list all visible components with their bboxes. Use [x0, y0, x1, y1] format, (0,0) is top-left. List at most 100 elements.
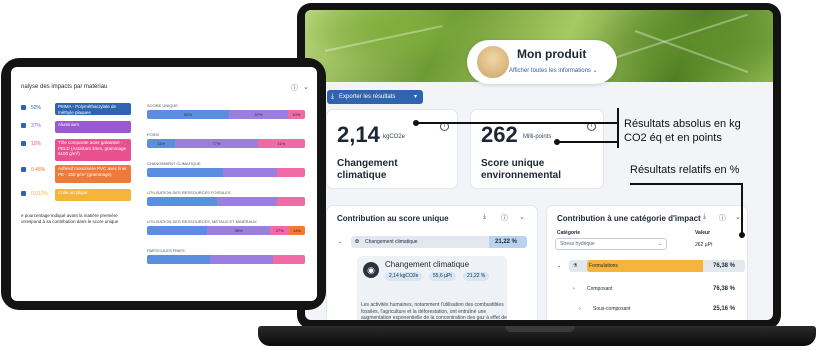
category-contribution-panel: Contribution à une catégorie d'impact ⤓ …: [547, 206, 747, 320]
category-label: Catégorie: [557, 230, 581, 236]
climate-value: 2,14: [337, 122, 380, 147]
laptop-notch: [505, 326, 575, 332]
impact-bar-segment: [147, 255, 211, 264]
detail-title: Changement climatique: [385, 260, 470, 269]
product-header[interactable]: Mon produit Afficher toutes les informat…: [467, 40, 617, 84]
impact-bar-segment: [147, 197, 217, 206]
category-value: 262 µPt: [695, 242, 713, 248]
impact-bar[interactable]: [147, 197, 305, 206]
impact-bar-label: SCORE UNIQUE: [147, 103, 178, 108]
impact-bar-label: CHANGEMENT CLIMATIQUE: [147, 161, 201, 166]
chevron-down-icon[interactable]: ⌄: [557, 263, 561, 269]
panel-title: Contribution au score unique: [337, 214, 449, 223]
chevron-down-icon[interactable]: ⌄: [735, 213, 741, 221]
download-icon[interactable]: ⤓: [483, 213, 486, 221]
material-percent: 0.012%: [31, 191, 48, 197]
impact-bar[interactable]: 39% 27% 14%: [147, 226, 305, 235]
export-results-button[interactable]: ⤓ Exporter les résultats ▾: [327, 90, 423, 104]
impact-bar-label: PARTICULES FINES: [147, 248, 185, 253]
chevron-down-icon: ⌄: [657, 241, 662, 247]
tree-row-value: 25,16 %: [713, 306, 736, 312]
download-icon: ⤓: [331, 93, 335, 100]
info-icon[interactable]: ⓘ: [501, 213, 508, 223]
material-checkbox[interactable]: [21, 141, 26, 146]
annotation-bracket: [617, 108, 619, 148]
show-all-info-link[interactable]: Afficher toutes les informations ⌄: [509, 67, 598, 74]
climate-label: Changement climatique: [337, 158, 398, 182]
export-label: Exporter les résultats: [339, 94, 396, 100]
impact-bar[interactable]: [147, 168, 305, 177]
impact-bar-segment: 77%: [175, 139, 258, 148]
product-avatar: [475, 44, 511, 80]
absolute-results-line1: Résultats absolus en kg: [624, 118, 741, 130]
material-tag: Aluminium: [55, 121, 131, 133]
impact-bar-label: UTILISATION DES RESSOURCES, MÉTAUX ET MI…: [147, 219, 257, 224]
annotation-dot: [739, 232, 745, 238]
tree-row-label: Sous-composant: [593, 306, 631, 312]
impact-bar-segment: [216, 197, 277, 206]
category-select[interactable]: Stress hydrique ⌄: [555, 238, 667, 250]
leaf-vein: [634, 30, 749, 73]
tree-row-value: 76,38 %: [713, 286, 736, 292]
material-checkbox[interactable]: [21, 167, 26, 172]
chevron-down-icon: ⌄: [592, 68, 598, 74]
material-checkbox[interactable]: [21, 191, 26, 196]
info-icon[interactable]: ⓘ: [291, 83, 298, 93]
score-unit: Milli-points: [523, 134, 552, 140]
relative-results-annotation: Résultats relatifs en %: [630, 164, 740, 176]
tablet-screen: nalyse des impacts par matériau ⓘ ⌄ 52% P…: [11, 67, 317, 301]
impact-bar-segment: [276, 197, 305, 206]
impact-bar-segment: 37%: [229, 110, 288, 119]
impact-bar-segment: [273, 255, 305, 264]
info-icon[interactable]: ⓘ: [719, 213, 726, 223]
impact-bar-segment: [222, 168, 277, 177]
annotation-line: [557, 141, 618, 143]
score-label-line1: Score unique: [481, 158, 545, 169]
material-checkbox[interactable]: [21, 123, 26, 128]
leaf-vein: [604, 13, 748, 62]
climate-label-line2: climatique: [337, 170, 387, 181]
tree-row-value: 76,38 %: [713, 263, 736, 269]
tree-row-label: Formulations: [589, 263, 618, 269]
impact-bar-segment: 11%: [257, 139, 305, 148]
absolute-results-line2: CO2 éq et en points: [624, 132, 722, 144]
material-percent: 37%: [31, 123, 42, 129]
badge-co2: 2,14 kgCO2e: [385, 272, 423, 281]
impact-bar-segment: 39%: [207, 226, 271, 235]
impact-bar-segment: 14%: [289, 226, 305, 235]
material-percent: 52%: [31, 105, 42, 111]
climate-unit: kgCO2e: [383, 134, 406, 140]
download-icon[interactable]: ⤓: [703, 213, 706, 221]
impact-bar-segment: 10%: [287, 110, 305, 119]
materials-note: e pourcentage indiqué avant la matière p…: [21, 213, 118, 225]
chevron-down-icon[interactable]: ⌄: [303, 83, 309, 91]
material-tag: Adhésif monomère PVC avec liner PE - 350…: [55, 165, 131, 183]
single-score-contribution-panel: Contribution au score unique ⤓ ⓘ ⌄ ⌄ ❂ C…: [327, 206, 537, 320]
impact-bar-label: UTILISATION DES RESSOURCES FOSSILES: [147, 190, 231, 195]
category-select-value: Stress hydrique: [560, 241, 595, 247]
globe-icon: ◉: [363, 262, 379, 278]
value-label: Valeur: [695, 230, 711, 236]
climate-description: Les activités humaines, notamment l'util…: [361, 302, 507, 320]
score-value: 262: [481, 122, 518, 147]
impact-bar[interactable]: 11% 77% 11%: [147, 139, 305, 148]
material-tag: Tôle composite acier galvanisé - PELD (A…: [55, 139, 131, 161]
climate-label-line1: Changement: [337, 158, 398, 169]
annotation-line: [630, 183, 742, 185]
leaf-icon: ❂: [355, 239, 360, 245]
flask-icon: ⚗: [573, 263, 578, 269]
impact-bar-segment: [147, 226, 208, 235]
impact-bar-segment: [276, 168, 305, 177]
impact-bar[interactable]: [147, 255, 305, 264]
contribution-row-value: 21,22 %: [495, 239, 518, 245]
material-tag: PMMA - Polyméthacrylate de méthyle plaqu…: [55, 103, 131, 115]
chevron-right-icon[interactable]: ›: [579, 306, 581, 312]
impact-bar-segment: 11%: [147, 139, 176, 148]
material-checkbox[interactable]: [21, 105, 26, 110]
chevron-down-icon[interactable]: ⌄: [338, 239, 342, 245]
impact-bar[interactable]: 52% 37% 10%: [147, 110, 305, 119]
chevron-down-icon[interactable]: ⌄: [519, 213, 525, 221]
chevron-right-icon[interactable]: ›: [573, 286, 575, 292]
badge-points: 55,6 µPt: [429, 272, 456, 281]
material-percent: 10%: [31, 141, 42, 147]
